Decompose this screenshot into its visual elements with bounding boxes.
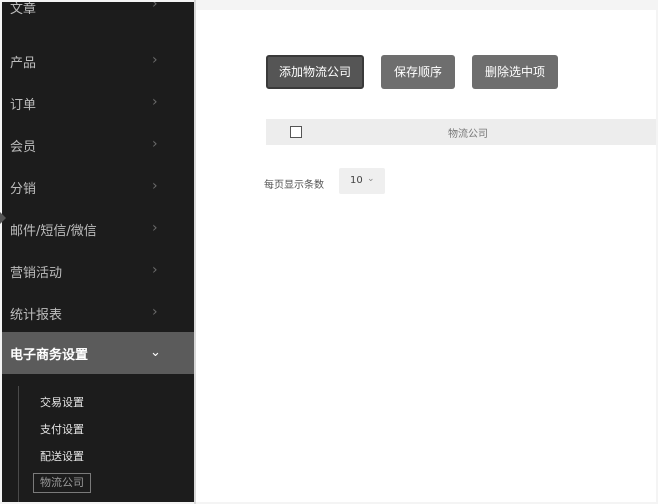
sidebar-item-label: 产品 bbox=[10, 56, 37, 71]
sidebar-item-distribution[interactable]: 分销 › bbox=[2, 166, 194, 208]
sidebar-item-label: 订单 bbox=[10, 98, 37, 113]
submenu-item-logistics-companies[interactable]: 物流公司 bbox=[33, 473, 91, 493]
column-header-logistics-company: 物流公司 bbox=[448, 129, 488, 140]
add-logistics-company-button[interactable]: 添加物流公司 bbox=[266, 55, 364, 89]
sidebar-item-members[interactable]: 会员 › bbox=[2, 124, 194, 166]
per-page-label: 每页显示条数 bbox=[264, 180, 324, 191]
chevron-right-icon: › bbox=[152, 262, 158, 278]
chevron-right-icon: › bbox=[152, 52, 158, 68]
select-all-checkbox[interactable] bbox=[290, 126, 302, 138]
chevron-right-icon: › bbox=[152, 178, 158, 194]
sidebar-item-orders[interactable]: 订单 › bbox=[2, 82, 194, 124]
sidebar-item-label: 分销 bbox=[10, 182, 37, 197]
sidebar-item-label: 营销活动 bbox=[10, 266, 63, 281]
sidebar-item-reports[interactable]: 统计报表 › bbox=[2, 292, 194, 334]
chevron-right-icon: › bbox=[152, 136, 158, 152]
sidebar-item-ecommerce-settings[interactable]: 电子商务设置 ⌄ bbox=[2, 332, 194, 374]
submenu-item-trade-settings[interactable]: 交易设置 bbox=[40, 394, 84, 410]
sidebar-item-products[interactable]: 产品 › bbox=[2, 40, 194, 82]
per-page-value: 10 bbox=[350, 175, 363, 186]
sidebar-item-label: 电子商务设置 bbox=[10, 348, 89, 363]
sidebar: 文章 › 产品 › 订单 › 会员 › 分销 › 邮件/短信/微信 › 营销活动… bbox=[2, 2, 194, 502]
chevron-down-icon: ⌄ bbox=[367, 174, 375, 184]
chevron-right-icon: › bbox=[152, 2, 158, 12]
sidebar-item-label: 文章 bbox=[10, 2, 37, 17]
sidebar-item-label: 邮件/短信/微信 bbox=[10, 224, 97, 239]
submenu-tree-line bbox=[18, 386, 19, 502]
chevron-right-icon: › bbox=[152, 304, 158, 320]
collapse-handle[interactable] bbox=[0, 212, 6, 224]
sidebar-item-messaging[interactable]: 邮件/短信/微信 › bbox=[2, 208, 194, 250]
sidebar-item-label: 会员 bbox=[10, 140, 37, 155]
sidebar-item-label: 统计报表 bbox=[10, 308, 63, 323]
app-window: 文章 › 产品 › 订单 › 会员 › 分销 › 邮件/短信/微信 › 营销活动… bbox=[0, 0, 658, 504]
delete-selected-button[interactable]: 删除选中项 bbox=[472, 55, 558, 89]
sidebar-item-marketing[interactable]: 营销活动 › bbox=[2, 250, 194, 292]
chevron-down-icon: ⌄ bbox=[150, 345, 161, 360]
table-header: 物流公司 bbox=[266, 119, 656, 145]
main-content: 添加物流公司 保存顺序 删除选中项 物流公司 每页显示条数 10 ⌄ bbox=[196, 10, 656, 502]
submenu-item-payment-settings[interactable]: 支付设置 bbox=[40, 421, 84, 437]
per-page-select[interactable]: 10 ⌄ bbox=[339, 168, 385, 194]
submenu-item-shipping-settings[interactable]: 配送设置 bbox=[40, 448, 84, 464]
chevron-right-icon: › bbox=[152, 220, 158, 236]
save-order-button[interactable]: 保存顺序 bbox=[381, 55, 455, 89]
sidebar-item-articles[interactable]: 文章 › bbox=[2, 2, 194, 44]
chevron-right-icon: › bbox=[152, 94, 158, 110]
